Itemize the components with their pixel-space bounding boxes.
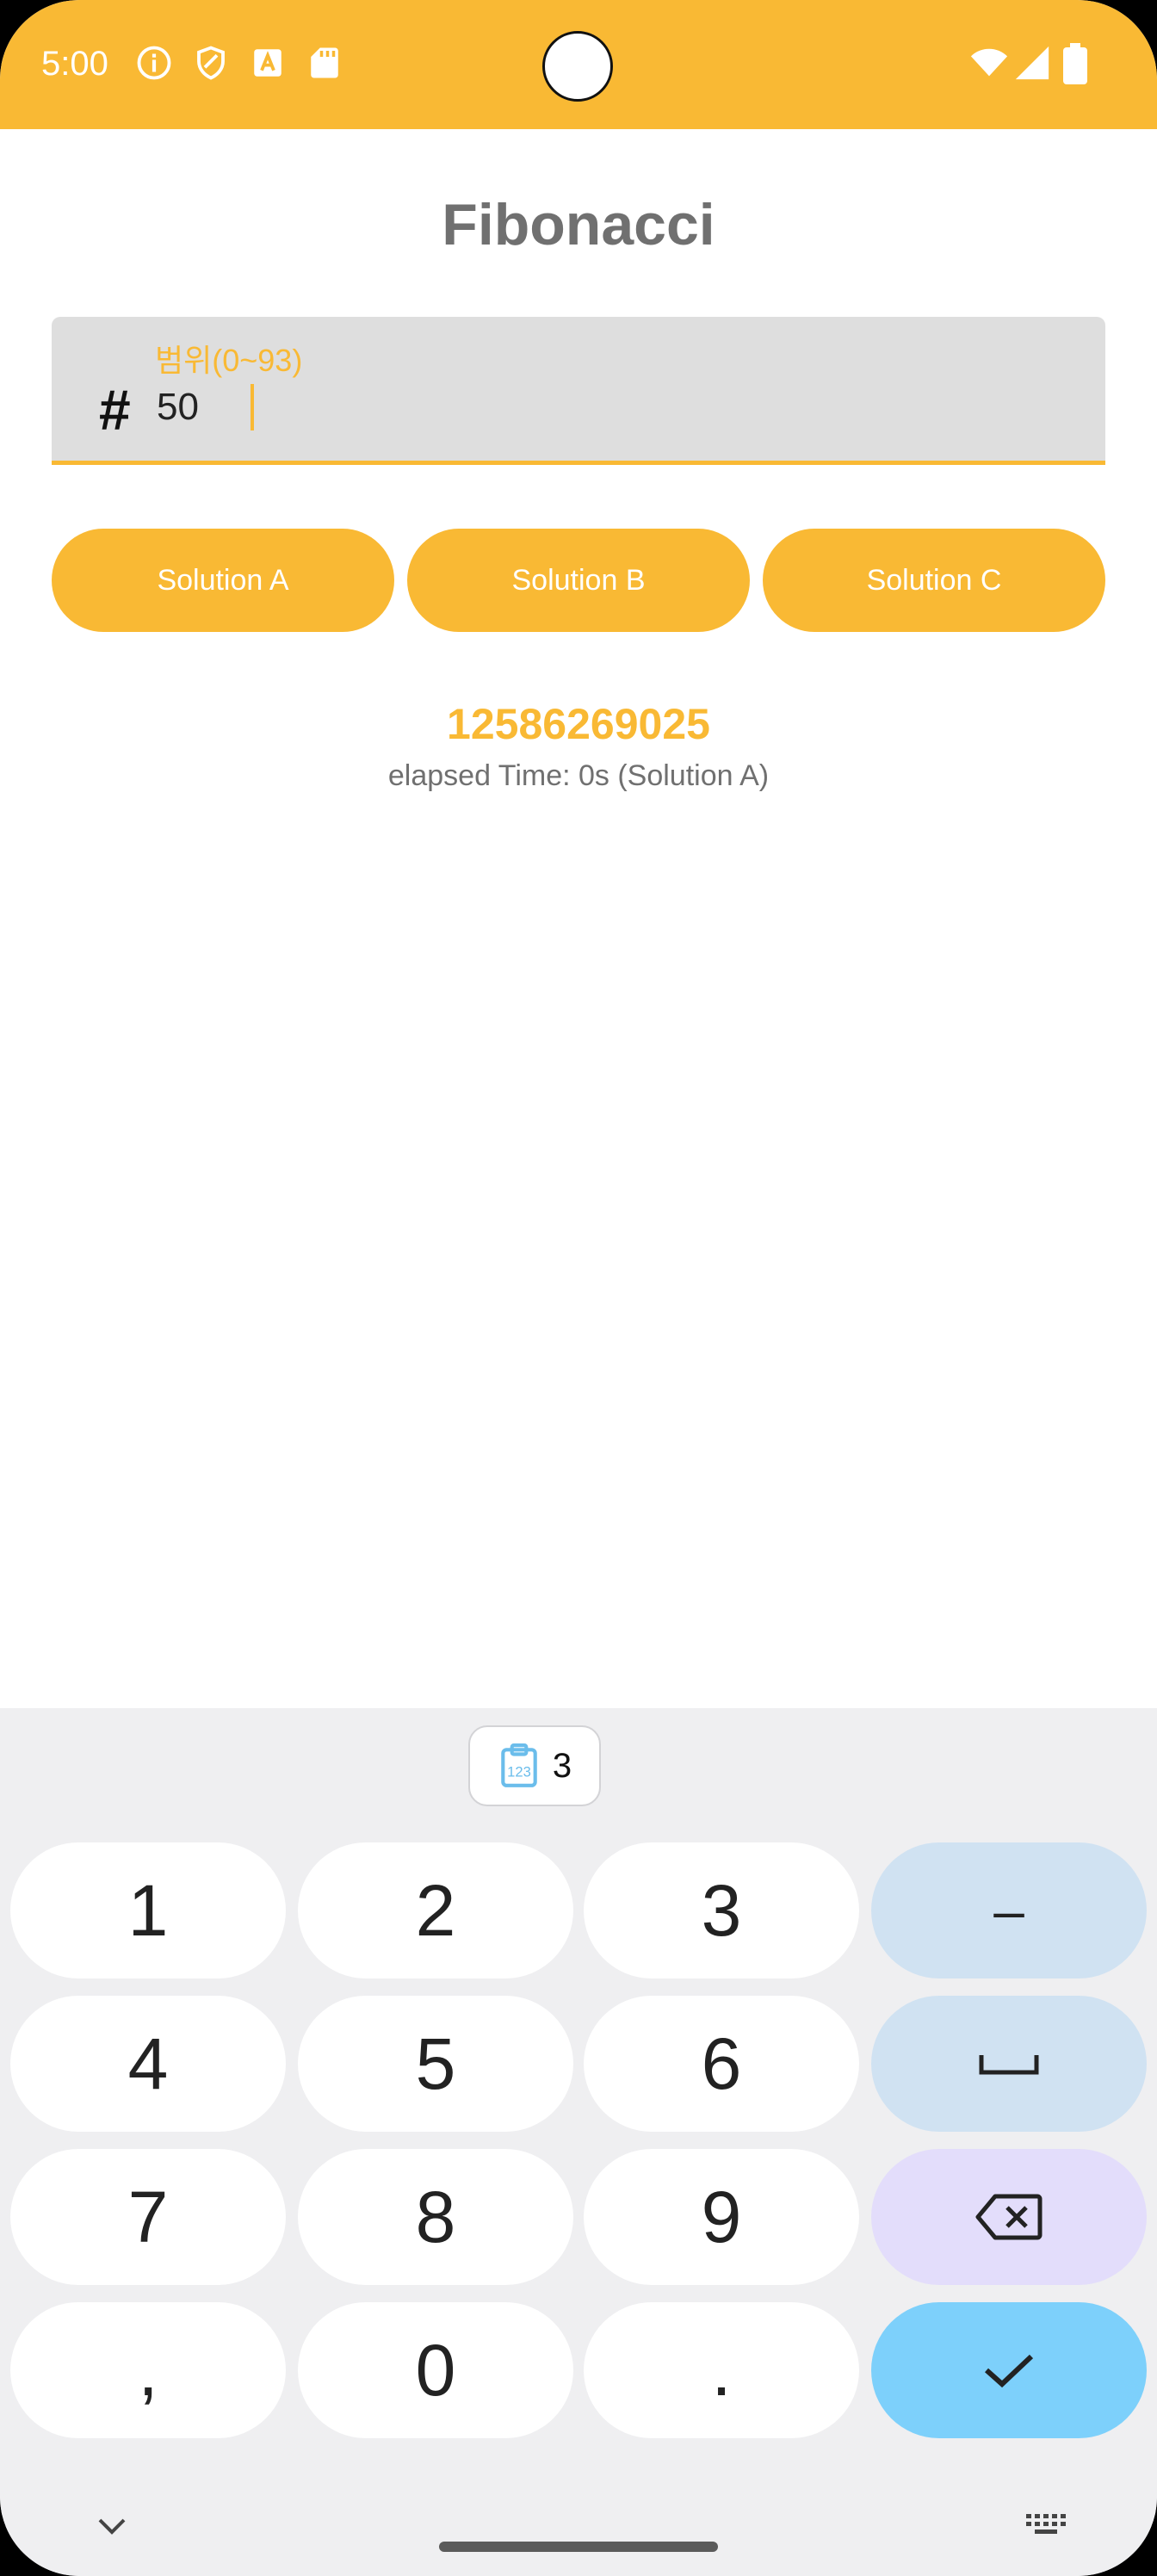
elapsed-time: elapsed Time: 0s (Solution A)	[387, 759, 770, 792]
clipboard-chip[interactable]: 123 3	[468, 1725, 601, 1806]
space-icon	[979, 2055, 1039, 2075]
chevron-down-icon[interactable]	[95, 2514, 129, 2538]
page-title: Fibonacci	[442, 192, 715, 257]
phone-screen: 5:00 Fibonacci 범위(0~93) # 50 Solution A …	[0, 0, 1157, 2576]
key-5[interactable]: 5	[298, 1996, 573, 2132]
key-1[interactable]: 1	[10, 1842, 286, 1978]
clipboard-icon: 123	[501, 1743, 537, 1787]
home-indicator[interactable]	[439, 2542, 718, 2552]
key-period[interactable]: .	[584, 2302, 859, 2438]
solution-c-button[interactable]: Solution C	[763, 529, 1105, 632]
sd-card-icon	[311, 47, 338, 78]
keyboard-switch-icon[interactable]	[1024, 2512, 1069, 2542]
svg-text:123: 123	[507, 1763, 531, 1780]
hash-icon: #	[98, 378, 130, 442]
clipboard-count: 3	[552, 1746, 572, 1785]
wifi-icon	[970, 48, 1008, 77]
key-0[interactable]: 0	[298, 2302, 573, 2438]
status-bar: 5:00	[0, 0, 1157, 129]
key-6[interactable]: 6	[584, 1996, 859, 2132]
input-label: 범위(0~93)	[155, 343, 303, 378]
range-input-field[interactable]: 범위(0~93) #	[52, 317, 1105, 465]
key-3[interactable]: 3	[584, 1842, 859, 1978]
fibonacci-result: 12586269025	[447, 700, 710, 748]
battery-icon	[1063, 43, 1087, 84]
font-icon	[254, 49, 282, 77]
number-input[interactable]	[157, 386, 931, 429]
backspace-icon	[975, 2194, 1043, 2240]
info-icon	[137, 46, 171, 80]
text-cursor	[251, 384, 254, 430]
key-space[interactable]	[871, 1996, 1147, 2132]
key-comma[interactable]: ,	[10, 2302, 286, 2438]
key-4[interactable]: 4	[10, 1996, 286, 2132]
numeric-keyboard: 123 3 1 2 3 – 4 5 6 7 8 9 , 0 .	[0, 1708, 1157, 2576]
key-8[interactable]: 8	[298, 2149, 573, 2285]
solution-a-button[interactable]: Solution A	[52, 529, 394, 632]
key-7[interactable]: 7	[10, 2149, 286, 2285]
status-time: 5:00	[41, 45, 108, 83]
signal-icon	[1015, 46, 1049, 80]
key-backspace[interactable]	[871, 2149, 1147, 2285]
key-9[interactable]: 9	[584, 2149, 859, 2285]
check-icon	[985, 2354, 1034, 2388]
solution-b-button[interactable]: Solution B	[407, 529, 750, 632]
shield-icon	[197, 46, 225, 80]
front-camera	[542, 31, 613, 102]
key-2[interactable]: 2	[298, 1842, 573, 1978]
key-minus[interactable]: –	[871, 1842, 1147, 1978]
key-enter[interactable]	[871, 2302, 1147, 2438]
